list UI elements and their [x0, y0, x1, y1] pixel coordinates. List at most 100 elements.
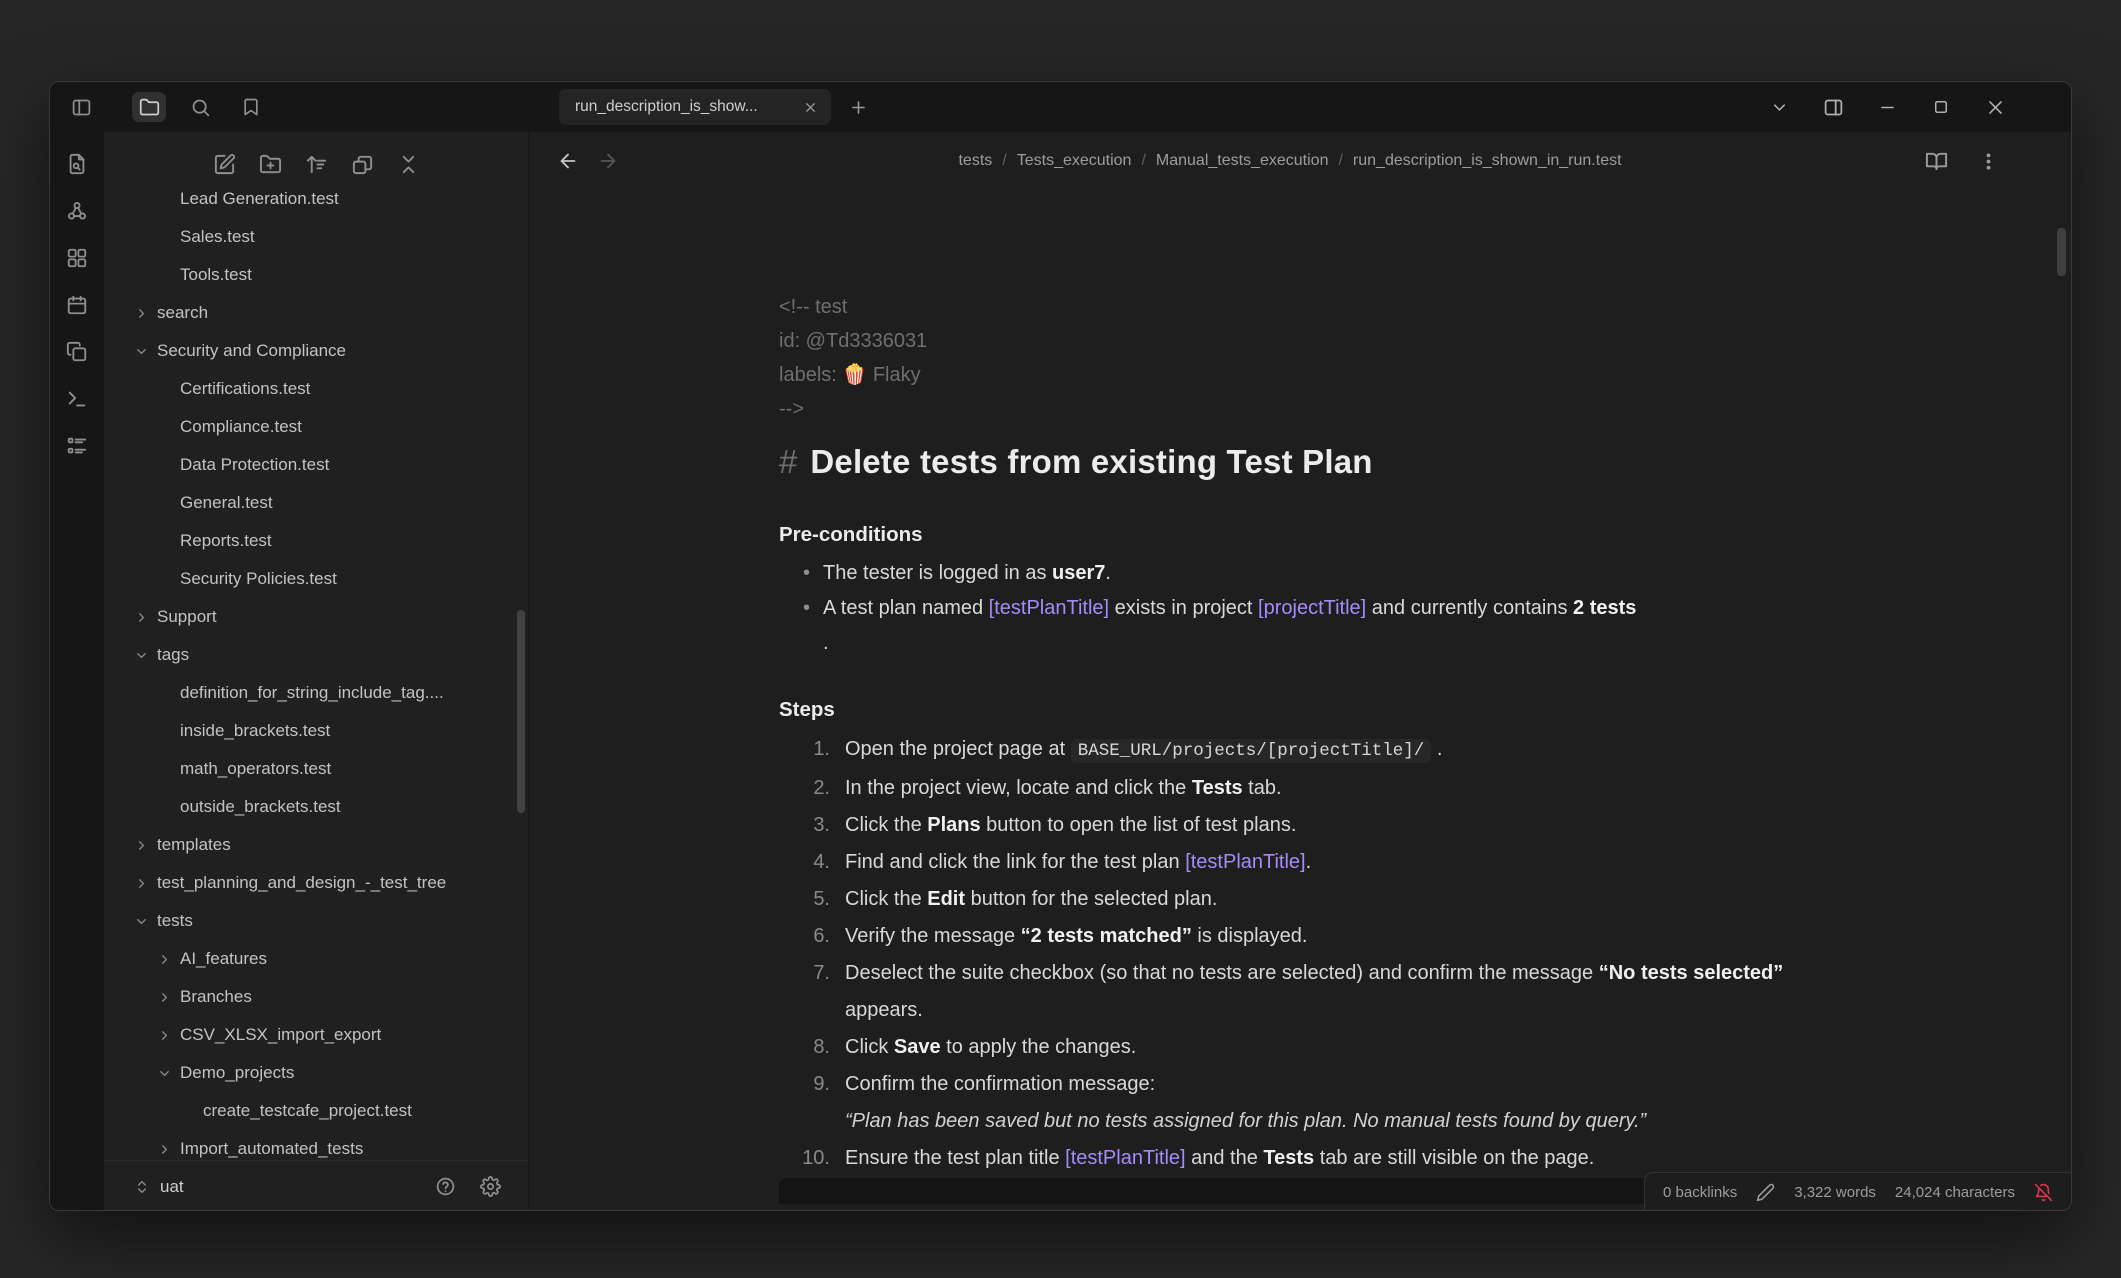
- tree-folder[interactable]: test_planning_and_design_-_test_tree: [104, 864, 528, 902]
- tree-file[interactable]: Tools.test: [104, 256, 528, 294]
- minimize-button[interactable]: [1875, 95, 1899, 119]
- tree-file[interactable]: Certifications.test: [104, 370, 528, 408]
- steps-heading: Steps: [779, 695, 1809, 725]
- tree-file[interactable]: inside_brackets.test: [104, 712, 528, 750]
- text-segment: tab.: [1243, 777, 1282, 799]
- graph-view-icon[interactable]: [64, 198, 90, 224]
- tree-folder[interactable]: Security and Compliance: [104, 332, 528, 370]
- tree-file[interactable]: definition_for_string_include_tag....: [104, 674, 528, 712]
- navigate-forward-button[interactable]: [595, 148, 621, 174]
- bell-off-icon[interactable]: [2034, 1183, 2053, 1202]
- chevron-right-icon: [134, 610, 149, 625]
- close-window-button[interactable]: [1983, 95, 2007, 119]
- list-details-icon[interactable]: [64, 433, 90, 459]
- internal-link[interactable]: [testPlanTitle]: [1065, 1147, 1185, 1169]
- tree-folder[interactable]: Import_automated_tests: [104, 1130, 528, 1160]
- tree-file[interactable]: Reports.test: [104, 522, 528, 560]
- tree-item-label: Security Policies.test: [180, 569, 337, 589]
- tree-folder[interactable]: search: [104, 294, 528, 332]
- search-tab-button[interactable]: [183, 92, 217, 122]
- maximize-button[interactable]: [1929, 95, 1953, 119]
- stacked-cards-icon[interactable]: [350, 152, 375, 177]
- more-options-button[interactable]: [1975, 148, 2001, 174]
- tree-file[interactable]: Security Policies.test: [104, 560, 528, 598]
- page-title: #Delete tests from existing Test Plan: [779, 438, 1809, 486]
- breadcrumb-segment[interactable]: tests: [958, 152, 992, 170]
- step-item: 9.Confirm the confirmation message:“Plan…: [779, 1066, 1809, 1140]
- tree-file[interactable]: General.test: [104, 484, 528, 522]
- collapse-all-icon[interactable]: [396, 152, 421, 177]
- new-tab-button[interactable]: [843, 92, 873, 122]
- new-folder-icon[interactable]: [258, 152, 283, 177]
- tree-file[interactable]: outside_brackets.test: [104, 788, 528, 826]
- tree-folder[interactable]: tags: [104, 636, 528, 674]
- tree-file[interactable]: math_operators.test: [104, 750, 528, 788]
- tree-file[interactable]: Compliance.test: [104, 408, 528, 446]
- tree-folder[interactable]: CSV_XLSX_import_export: [104, 1016, 528, 1054]
- copy-files-icon[interactable]: [64, 339, 90, 365]
- window-controls: [1767, 95, 2071, 119]
- vault-name: uat: [160, 1177, 184, 1197]
- tree-file[interactable]: create_testcafe_project.test: [104, 1092, 528, 1130]
- terminal-icon[interactable]: [64, 386, 90, 412]
- breadcrumb-segment[interactable]: Tests_execution: [1017, 152, 1132, 170]
- plus-icon: [849, 98, 868, 117]
- internal-link[interactable]: [testPlanTitle]: [989, 597, 1109, 619]
- internal-link[interactable]: [testPlanTitle]: [1185, 851, 1305, 873]
- tree-item-label: outside_brackets.test: [180, 797, 341, 817]
- tab-active[interactable]: run_description_is_show...: [559, 89, 831, 125]
- text-segment: Click the: [845, 814, 927, 836]
- tree-item-label: Demo_projects: [180, 1063, 294, 1083]
- tree-item-label: search: [157, 303, 208, 323]
- editor-scrollbar-thumb[interactable]: [2057, 228, 2066, 276]
- tree-folder[interactable]: Branches: [104, 978, 528, 1016]
- step-number: 8.: [779, 1029, 830, 1066]
- bookmarks-tab-button[interactable]: [234, 92, 268, 122]
- titlebar: run_description_is_show...: [50, 82, 2071, 132]
- sidebar-scrollbar-thumb[interactable]: [517, 610, 525, 813]
- breadcrumb-segment[interactable]: run_description_is_shown_in_run.test: [1353, 152, 1622, 170]
- left-sidebar-toggle-button[interactable]: [64, 92, 98, 122]
- tree-file[interactable]: Lead Generation.test: [104, 180, 528, 218]
- tree-file[interactable]: Sales.test: [104, 218, 528, 256]
- tab-close-button[interactable]: [799, 96, 821, 118]
- sort-order-icon[interactable]: [304, 152, 329, 177]
- vault-switcher[interactable]: uat: [134, 1177, 184, 1197]
- tab-list-button[interactable]: [1767, 95, 1791, 119]
- chevrons-up-down-icon: [134, 1179, 150, 1195]
- tree-folder[interactable]: Demo_projects: [104, 1054, 528, 1092]
- tree-folder[interactable]: AI_features: [104, 940, 528, 978]
- backlinks-count[interactable]: 0 backlinks: [1663, 1184, 1737, 1201]
- new-note-icon[interactable]: [212, 152, 237, 177]
- text-segment: Verify the message: [845, 925, 1021, 947]
- tree-item-label: Sales.test: [180, 227, 255, 247]
- chevron-down-icon: [134, 344, 149, 359]
- search-icon: [190, 97, 211, 118]
- tree-item-label: tags: [157, 645, 189, 665]
- text-segment: .: [1431, 738, 1442, 760]
- book-open-icon: [1925, 150, 1948, 173]
- tree-item-label: AI_features: [180, 949, 267, 969]
- reading-mode-button[interactable]: [1923, 148, 1949, 174]
- step-number: 1.: [779, 731, 830, 768]
- breadcrumb-segment[interactable]: Manual_tests_execution: [1156, 152, 1329, 170]
- internal-link[interactable]: [projectTitle]: [1258, 597, 1366, 619]
- file-search-icon[interactable]: [64, 151, 90, 177]
- right-sidebar-toggle-button[interactable]: [1821, 95, 1845, 119]
- tree-folder[interactable]: Support: [104, 598, 528, 636]
- files-tab-button[interactable]: [132, 92, 166, 122]
- text-segment: Save: [894, 1036, 941, 1058]
- tree-folder[interactable]: tests: [104, 902, 528, 940]
- editor-content[interactable]: <!-- test id: @Td3336031 labels: 🍿 Flaky…: [529, 190, 2071, 1211]
- tree-file[interactable]: Data Protection.test: [104, 446, 528, 484]
- navigate-back-button[interactable]: [555, 148, 581, 174]
- settings-button[interactable]: [479, 1175, 502, 1198]
- tree-item-label: Support: [157, 607, 217, 627]
- help-button[interactable]: [434, 1175, 457, 1198]
- inline-code: BASE_URL/projects/[projectTitle]/: [1071, 739, 1432, 763]
- step-number: 3.: [779, 807, 830, 844]
- tree-folder[interactable]: templates: [104, 826, 528, 864]
- calendar-icon[interactable]: [64, 292, 90, 318]
- pencil-icon[interactable]: [1756, 1183, 1775, 1202]
- grid-layout-icon[interactable]: [64, 245, 90, 271]
